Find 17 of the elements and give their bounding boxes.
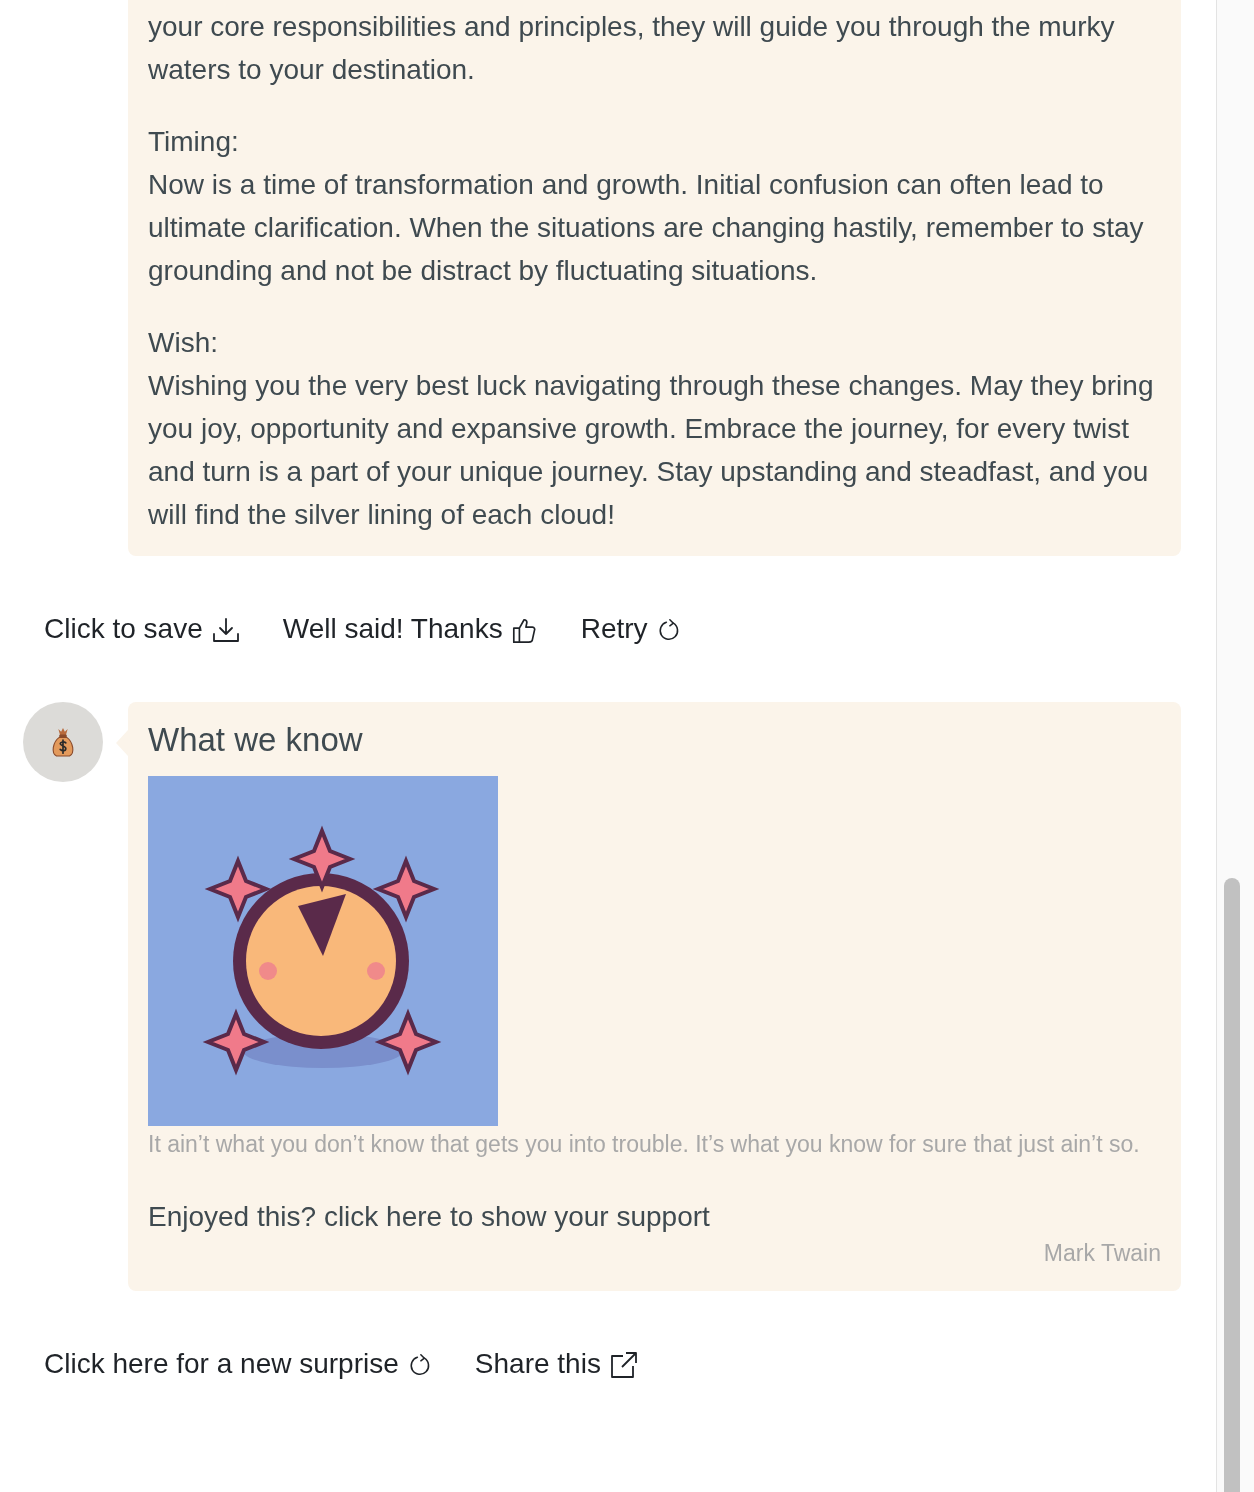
paragraph: Wishing you the very best luck navigating through these changes. May they bring you joy, opportunity and expansive growth. Embrace the journey, for every twist and turn is a part of your unique journey. Stay upstanding and steadfast, and you will find the silver lining of each cloud! — [148, 369, 1155, 532]
quote-text: It ain’t what you don’t know that gets you into trouble. It’s what you know for sure that just ain’t so. — [148, 1130, 1141, 1159]
action-link[interactable]: Share this — [474, 1346, 639, 1382]
card-title: What we know — [148, 720, 364, 760]
section-heading: Wish: — [148, 326, 219, 360]
scrollbar-thumb[interactable] — [1224, 878, 1240, 1492]
quote-author: Mark Twain — [1043, 1239, 1161, 1268]
paragraph: your core responsibilities and principles, they will guide you through the murky waters to your destination. — [148, 10, 1116, 87]
action-link[interactable]: Click to save — [44, 611, 241, 647]
action-link[interactable]: Retry — [580, 611, 682, 647]
action-link[interactable]: Well said! Thanks — [282, 611, 539, 647]
action-link[interactable]: Click here for a new surprise — [44, 1346, 433, 1382]
paragraph: Now is a time of transformation and growth. Initial confusion can often lead to ultimate clarification. When the situations are changing hastily, remember to stay grounding and not be distract by fluctuating situations. — [148, 168, 1145, 288]
share-icon — [608, 1350, 639, 1380]
support-link[interactable]: Enjoyed this? click here to show your support — [148, 1197, 710, 1237]
download-icon — [210, 615, 241, 645]
section-heading: Timing: — [148, 125, 240, 159]
